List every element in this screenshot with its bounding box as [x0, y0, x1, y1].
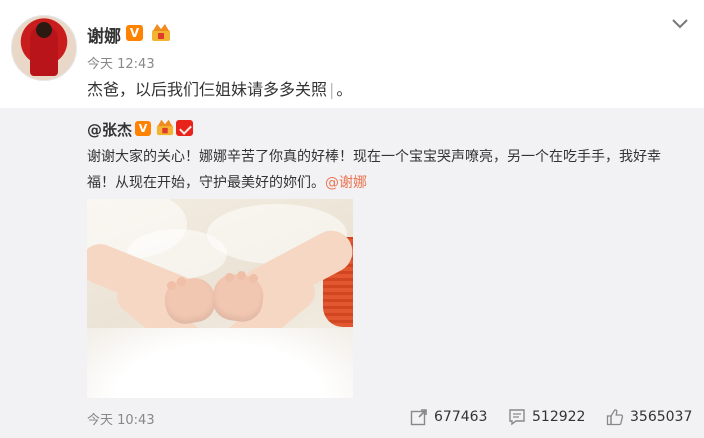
repost-author[interactable]: @张杰: [87, 119, 132, 140]
post-photo[interactable]: [87, 199, 353, 398]
repost-time[interactable]: 今天 10:43: [87, 409, 155, 428]
comment-icon: [509, 409, 525, 426]
original-post: 谢娜 V 今天 12:43 杰爸，以后我们仨姐妹请多多关照 |。: [0, 0, 704, 108]
share-icon: [410, 409, 427, 426]
avatar-head: [36, 22, 52, 38]
author-name[interactable]: 谢娜: [87, 22, 121, 47]
photo-toe: [177, 277, 186, 286]
photo-toe: [237, 271, 246, 280]
forward-count: 677463: [434, 409, 488, 425]
avatar[interactable]: [11, 15, 77, 81]
thumbs-up-icon: [606, 409, 624, 426]
post-time[interactable]: 今天 12:43: [87, 53, 155, 72]
mention-link[interactable]: @谢娜: [325, 175, 367, 191]
post-text-end: 。: [336, 80, 353, 99]
post-text: 杰爸，以后我们仨姐妹请多多关照 |。: [87, 76, 352, 100]
text-cursor: |: [329, 80, 335, 99]
photo-toe: [249, 274, 258, 283]
verified-icon: V: [135, 121, 151, 136]
comment-count: 512922: [532, 409, 586, 425]
crown-icon: [156, 119, 174, 136]
post-text-body: 杰爸，以后我们仨姐妹请多多关照: [87, 80, 328, 99]
crown-icon: [152, 24, 170, 41]
photo-blanket: [87, 328, 353, 398]
repost-text-line2: 福！从现在开始，守护最美好的妳们。@谢娜: [87, 172, 367, 192]
red-envelope-icon: [176, 120, 193, 136]
repost-text-line2-body: 福！从现在开始，守护最美好的妳们。: [87, 175, 325, 191]
like-count: 3565037: [630, 409, 693, 425]
photo-toe: [167, 281, 176, 290]
repost-text-line1: 谢谢大家的关心！娜娜辛苦了你真的好棒！现在一个宝宝哭声嘹亮，另一个在吃手手，我好…: [87, 149, 661, 165]
verified-icon: V: [126, 25, 143, 41]
photo-toe: [225, 273, 234, 282]
chevron-down-icon[interactable]: [668, 12, 692, 36]
